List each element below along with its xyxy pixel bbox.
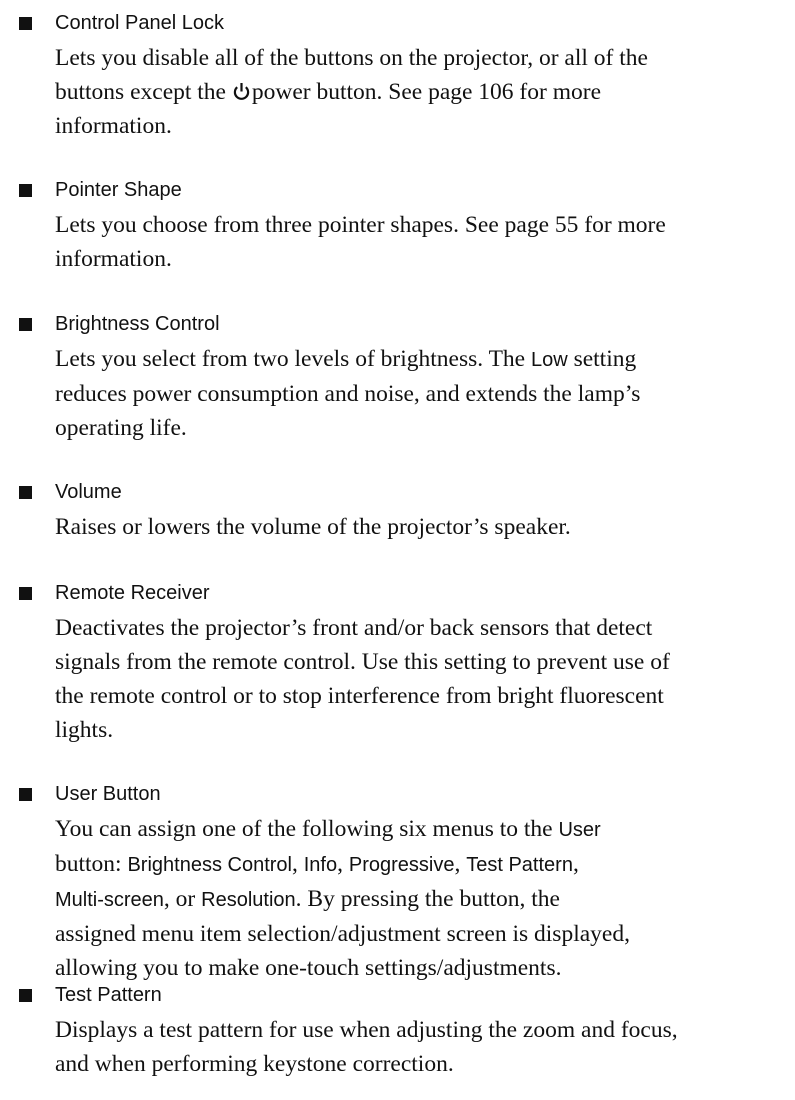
description-line: assigned menu item selection/adjustment … xyxy=(55,921,630,947)
menu-name-resolution: Resolution xyxy=(201,889,296,911)
menu-name-multi-screen: Multi-screen xyxy=(55,889,164,911)
menu-name-brightness-control: Brightness Control xyxy=(127,854,292,876)
description-line: reduces power consumption and noise, and… xyxy=(55,381,641,407)
description-line: Lets you disable all of the buttons on t… xyxy=(55,45,648,71)
bullet-icon xyxy=(19,17,32,30)
description-line: You can assign one of the following six … xyxy=(55,812,790,847)
description-text: power button. See page 106 for more xyxy=(251,79,601,105)
item-description: You can assign one of the following six … xyxy=(55,812,790,985)
description-line: allowing you to make one-touch settings/… xyxy=(55,955,562,981)
bullet-icon xyxy=(19,587,32,600)
description-line: information. xyxy=(55,246,172,272)
description-line: lights. xyxy=(55,717,114,743)
item-description: Lets you select from two levels of brigh… xyxy=(55,342,790,445)
description-text: Lets you select from two levels of brigh… xyxy=(55,346,526,372)
item-heading: Volume xyxy=(55,481,122,503)
description-line: Raises or lowers the volume of the proje… xyxy=(55,514,571,540)
description-line: Deactivates the projector’s front and/or… xyxy=(55,615,653,641)
item-description: Deactivates the projector’s front and/or… xyxy=(55,611,790,747)
description-line: the remote control or to stop interferen… xyxy=(55,683,664,709)
bullet-icon xyxy=(19,989,32,1002)
setting-name-low: Low xyxy=(531,349,568,371)
description-text: . By pressing the button, the xyxy=(295,886,560,912)
item-heading: Control Panel Lock xyxy=(55,12,224,34)
bullet-icon xyxy=(19,318,32,331)
description-line: Displays a test pattern for use when adj… xyxy=(55,1017,678,1043)
description-text: button: xyxy=(55,851,122,877)
description-line: button: Brightness Control, Info, Progre… xyxy=(55,847,790,882)
menu-name-progressive: Progressive xyxy=(348,854,455,876)
description-line: Lets you choose from three pointer shape… xyxy=(55,212,666,238)
punctuation: , xyxy=(454,851,461,877)
description-text: setting xyxy=(573,346,637,372)
description-line: operating life. xyxy=(55,415,187,441)
description-line: Multi-screen, or Resolution. By pressing… xyxy=(55,882,790,917)
description-line: signals from the remote control. Use thi… xyxy=(55,649,670,675)
item-heading: User Button xyxy=(55,783,161,805)
description-text: , or xyxy=(163,886,196,912)
item-heading: Test Pattern xyxy=(55,984,162,1006)
menu-name-test-pattern: Test Pattern xyxy=(466,854,573,876)
item-heading: Pointer Shape xyxy=(55,179,182,201)
item-heading: Brightness Control xyxy=(55,313,220,335)
item-description: Lets you choose from three pointer shape… xyxy=(55,208,790,276)
description-line: buttons except the power button. See pag… xyxy=(55,75,790,109)
description-text: You can assign one of the following six … xyxy=(55,816,553,842)
punctuation: , xyxy=(292,851,298,877)
item-description: Raises or lowers the volume of the proje… xyxy=(55,510,790,544)
item-description: Displays a test pattern for use when adj… xyxy=(55,1013,790,1081)
description-line: information. xyxy=(55,113,172,139)
power-icon xyxy=(233,83,250,100)
punctuation: , xyxy=(572,851,579,877)
item-heading: Remote Receiver xyxy=(55,582,210,604)
description-line: and when performing keystone correction. xyxy=(55,1051,454,1077)
description-text: buttons except the xyxy=(55,79,226,105)
menu-name-info: Info xyxy=(303,854,338,876)
button-name-user: User xyxy=(558,819,601,841)
bullet-icon xyxy=(19,788,32,801)
bullet-icon xyxy=(19,486,32,499)
description-line: Lets you select from two levels of brigh… xyxy=(55,342,790,377)
item-description: Lets you disable all of the buttons on t… xyxy=(55,41,790,143)
bullet-icon xyxy=(19,184,32,197)
document-page: Control Panel Lock Lets you disable all … xyxy=(0,0,795,1100)
punctuation: , xyxy=(337,851,343,877)
